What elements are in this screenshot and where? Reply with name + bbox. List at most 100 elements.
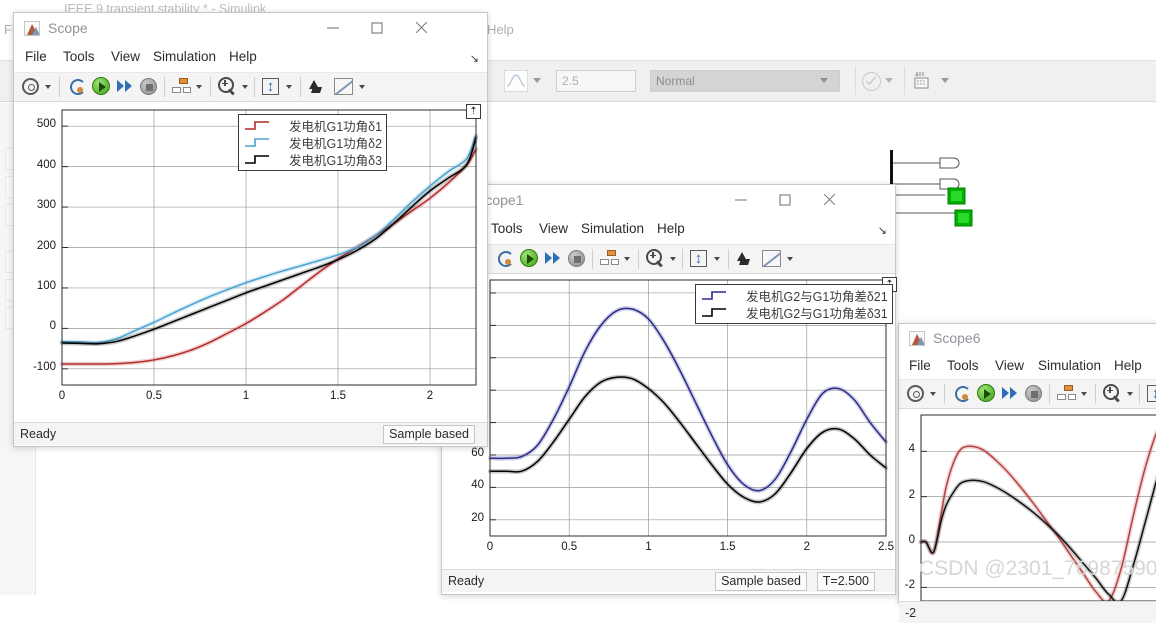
y-axis-tick-label: 500: [36, 118, 56, 131]
toolbar-separator: [300, 77, 301, 97]
scope-icon: [24, 21, 40, 36]
maximize-button[interactable]: [763, 185, 807, 215]
scope-pin-button[interactable]: ⇡: [466, 104, 481, 119]
menu-overflow-arrow[interactable]: ↘: [470, 52, 479, 65]
x-axis-tick-label: 1.5: [719, 541, 736, 553]
fit-caret-icon[interactable]: [714, 257, 720, 261]
scope1-plot-area[interactable]: ⇡ 发电机G2与G1功角差δ21发电机G2与G1功角差δ31 204060801…: [442, 274, 897, 569]
stop-icon[interactable]: [568, 249, 585, 267]
minimize-button[interactable]: [719, 185, 763, 215]
scope6-partial-value: -2: [905, 606, 917, 620]
stop-icon[interactable]: [140, 77, 157, 95]
legend-label: 发电机G1功角δ3: [289, 154, 383, 168]
layout-icon[interactable]: [600, 249, 619, 265]
fit-to-view-icon[interactable]: [262, 77, 279, 95]
run-icon[interactable]: [92, 77, 110, 95]
layout-icon[interactable]: [172, 77, 191, 93]
x-axis-tick-label: 0.5: [561, 541, 578, 553]
scope6-menu-help[interactable]: Help: [1114, 358, 1142, 373]
scope1-menu-tools[interactable]: Tools: [491, 221, 523, 236]
scope6-titlebar[interactable]: Scope6: [899, 324, 1156, 354]
toolbar-separator: [1095, 384, 1096, 404]
x-axis-tick-label: 0: [58, 390, 66, 402]
scope-preview-icon[interactable]: [504, 70, 528, 92]
step-forward-icon[interactable]: [116, 77, 134, 95]
scope1-menu-simulation[interactable]: Simulation: [581, 221, 644, 236]
measurements-caret-icon[interactable]: [787, 257, 793, 261]
rewind-icon[interactable]: [953, 384, 971, 402]
scope1-window[interactable]: Scope1 File Tools View Simulation Help ↘: [441, 184, 897, 595]
layout-caret-icon[interactable]: [1081, 392, 1087, 396]
scope-menu-tools[interactable]: Tools: [63, 49, 95, 64]
scope6-plot-area[interactable]: CSDN @2301_76987590 -2 0 2 4: [899, 409, 1156, 601]
scope-icon: [909, 331, 925, 346]
zoom-caret-icon[interactable]: [1127, 392, 1133, 396]
scope6-menu-view[interactable]: View: [995, 358, 1024, 373]
simulation-stop-time-field[interactable]: 2.5: [556, 70, 636, 92]
menu-overflow-arrow[interactable]: ↘: [878, 224, 887, 237]
scope-plot-area[interactable]: ⇡ 发电机G1功角δ1 发电机G1功角δ2 发电机G1功角δ3 -100 0 100 20…: [14, 102, 487, 422]
stop-icon[interactable]: [1025, 384, 1042, 402]
toolbar-separator: [1049, 384, 1050, 404]
close-button[interactable]: [399, 13, 443, 43]
csdn-watermark: CSDN @2301_76987590: [919, 557, 1156, 580]
zoom-caret-icon[interactable]: [242, 85, 248, 89]
gear-caret-icon[interactable]: [930, 392, 936, 396]
measurements-icon[interactable]: [762, 249, 781, 267]
rewind-icon[interactable]: [68, 77, 86, 95]
zoom-in-icon[interactable]: [218, 77, 236, 95]
gear-icon[interactable]: [907, 384, 924, 402]
scope6-menu-simulation[interactable]: Simulation: [1038, 358, 1101, 373]
toolbar-separator: [904, 67, 905, 95]
check-circle-icon[interactable]: [862, 72, 881, 91]
scope-menubar: File Tools View Simulation Help ↘: [14, 45, 487, 73]
check-caret-icon[interactable]: [885, 78, 893, 83]
grid-caret-icon[interactable]: [941, 78, 949, 83]
fit-to-view-icon[interactable]: [1147, 384, 1156, 402]
maximize-button[interactable]: [355, 13, 399, 43]
scope1-menu-view[interactable]: View: [539, 221, 568, 236]
simulation-mode-select[interactable]: Normal: [650, 70, 840, 92]
highlight-icon[interactable]: [308, 77, 325, 95]
minimize-button[interactable]: [311, 13, 355, 43]
scope-menu-help[interactable]: Help: [229, 49, 257, 64]
simulink-menu-help[interactable]: Help: [487, 22, 514, 37]
scope1-menu-help[interactable]: Help: [657, 221, 685, 236]
simulation-mode-caret-icon[interactable]: [820, 78, 828, 83]
layout-caret-icon[interactable]: [624, 257, 630, 261]
zoom-in-icon[interactable]: [646, 249, 664, 267]
scope-preview-caret-icon[interactable]: [533, 78, 541, 83]
gear-icon[interactable]: [22, 77, 39, 95]
fit-caret-icon[interactable]: [286, 85, 292, 89]
toolbar-separator: [944, 384, 945, 404]
scope-window[interactable]: Scope File Tools View Simulation Help ↘: [13, 12, 488, 447]
run-icon[interactable]: [520, 249, 538, 267]
zoom-caret-icon[interactable]: [670, 257, 676, 261]
scope6-menu-tools[interactable]: Tools: [947, 358, 979, 373]
grid-icon[interactable]: [912, 71, 933, 92]
zoom-in-icon[interactable]: [1103, 384, 1121, 402]
scope-menu-view[interactable]: View: [111, 49, 140, 64]
layout-caret-icon[interactable]: [196, 85, 202, 89]
close-button[interactable]: [807, 185, 851, 215]
toolbar-separator: [638, 249, 639, 269]
y-axis-tick-label: 60: [471, 446, 484, 459]
measurements-icon[interactable]: [334, 77, 353, 95]
x-axis-tick-label: 1.5: [330, 390, 346, 402]
rewind-icon[interactable]: [496, 249, 514, 267]
step-forward-icon[interactable]: [544, 249, 562, 267]
scope6-menubar: File Tools View Simulation Help: [899, 354, 1156, 380]
gear-caret-icon[interactable]: [45, 85, 51, 89]
scope1-titlebar[interactable]: Scope1: [442, 185, 895, 217]
run-icon[interactable]: [977, 384, 995, 402]
scope6-menu-file[interactable]: File: [909, 358, 931, 373]
scope6-window[interactable]: Scope6 File Tools View Simulation Help C…: [898, 323, 1156, 623]
layout-icon[interactable]: [1057, 384, 1076, 400]
scope-menu-simulation[interactable]: Simulation: [153, 49, 216, 64]
scope-menu-file[interactable]: File: [25, 49, 47, 64]
scope-titlebar[interactable]: Scope: [14, 13, 487, 45]
fit-to-view-icon[interactable]: [690, 249, 707, 267]
highlight-icon[interactable]: [736, 249, 753, 267]
step-forward-icon[interactable]: [1001, 384, 1019, 402]
measurements-caret-icon[interactable]: [359, 85, 365, 89]
